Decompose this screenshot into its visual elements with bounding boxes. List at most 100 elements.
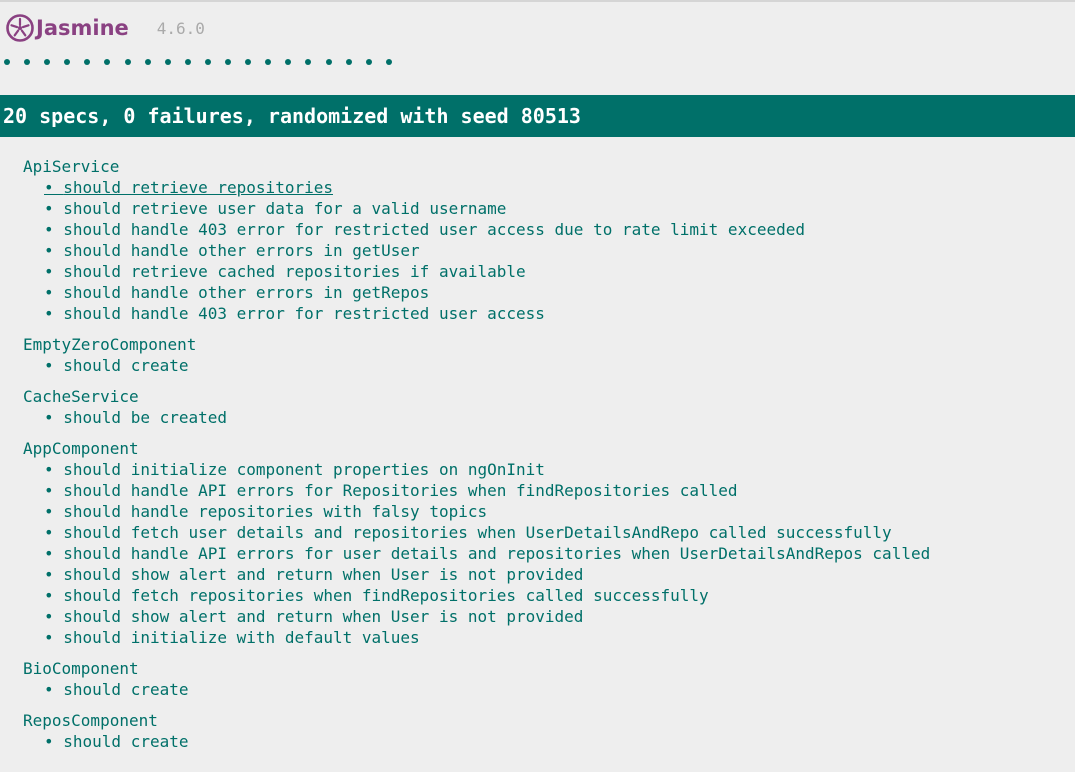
spec-description: should create bbox=[63, 680, 189, 699]
spec-description: should retrieve cached repositories if a… bbox=[63, 262, 526, 281]
bullet-icon: • bbox=[44, 607, 64, 626]
bullet-icon: • bbox=[44, 283, 64, 302]
suite-name-link[interactable]: CacheService bbox=[23, 386, 930, 407]
spec-link[interactable]: • should handle other errors in getRepos bbox=[44, 283, 429, 302]
bullet-icon: • bbox=[44, 523, 64, 542]
bullet-icon: • bbox=[44, 262, 64, 281]
spec-item: • should handle API errors for user deta… bbox=[23, 543, 930, 564]
spec-description: should handle other errors in getUser bbox=[63, 241, 420, 260]
run-summary-text: 20 specs, 0 failures, randomized with se… bbox=[3, 104, 581, 128]
spec-item: • should handle other errors in getUser bbox=[23, 240, 930, 261]
spec-passed-dot[interactable] bbox=[124, 59, 131, 65]
bullet-icon: • bbox=[44, 199, 64, 218]
spec-item: • should create bbox=[23, 679, 930, 700]
spec-link[interactable]: • should retrieve repositories bbox=[44, 178, 333, 197]
bullet-icon: • bbox=[44, 502, 64, 521]
spec-item: • should initialize with default values bbox=[23, 627, 930, 648]
spec-passed-dot[interactable] bbox=[325, 59, 332, 65]
spec-description: should fetch repositories when findRepos… bbox=[63, 586, 709, 605]
spec-passed-dot[interactable] bbox=[44, 59, 51, 65]
suite-name-link[interactable]: BioComponent bbox=[23, 658, 930, 679]
spec-link[interactable]: • should be created bbox=[44, 408, 227, 427]
spec-passed-dot[interactable] bbox=[365, 59, 372, 65]
suite-name-link[interactable]: ApiService bbox=[23, 156, 930, 177]
spec-description: should retrieve user data for a valid us… bbox=[63, 199, 507, 218]
spec-link[interactable]: • should handle API errors for Repositor… bbox=[44, 481, 738, 500]
spec-passed-dot[interactable] bbox=[204, 59, 211, 65]
spec-passed-dot[interactable] bbox=[345, 59, 352, 65]
bullet-icon: • bbox=[44, 544, 64, 563]
spec-description: should handle 403 error for restricted u… bbox=[63, 304, 545, 323]
suite-name-link[interactable]: EmptyZeroComponent bbox=[23, 334, 930, 355]
spec-passed-dot[interactable] bbox=[305, 59, 312, 65]
spec-link[interactable]: • should handle other errors in getUser bbox=[44, 241, 420, 260]
spec-passed-dot[interactable] bbox=[385, 59, 392, 65]
bullet-icon: • bbox=[44, 408, 64, 427]
suite-name-link[interactable]: ReposComponent bbox=[23, 710, 930, 731]
spec-item: • should handle repositories with falsy … bbox=[23, 501, 930, 522]
suite: EmptyZeroComponent • should create bbox=[23, 334, 930, 376]
bullet-icon: • bbox=[44, 304, 64, 323]
spec-link[interactable]: • should handle repositories with falsy … bbox=[44, 502, 487, 521]
bullet-icon: • bbox=[44, 356, 64, 375]
spec-item: • should create bbox=[23, 355, 930, 376]
spec-passed-dot[interactable] bbox=[225, 59, 232, 65]
spec-description: should initialize with default values bbox=[63, 628, 420, 647]
top-border bbox=[0, 0, 1075, 2]
suite: ReposComponent • should create bbox=[23, 710, 930, 752]
spec-passed-dot[interactable] bbox=[164, 59, 171, 65]
suite: BioComponent • should create bbox=[23, 658, 930, 700]
spec-description: should retrieve repositories bbox=[63, 178, 333, 197]
results-list: ApiService • should retrieve repositories… bbox=[23, 156, 930, 762]
bullet-icon: • bbox=[44, 680, 64, 699]
spec-item: • should handle 403 error for restricted… bbox=[23, 219, 930, 240]
bullet-icon: • bbox=[44, 481, 64, 500]
spec-description: should show alert and return when User i… bbox=[63, 607, 584, 626]
spec-passed-dot[interactable] bbox=[265, 59, 272, 65]
spec-link[interactable]: • should fetch user details and reposito… bbox=[44, 523, 892, 542]
spec-description: should fetch user details and repositori… bbox=[63, 523, 892, 542]
spec-link[interactable]: • should handle API errors for user deta… bbox=[44, 544, 930, 563]
spec-link[interactable]: • should create bbox=[44, 680, 189, 699]
spec-passed-dot[interactable] bbox=[4, 59, 10, 65]
bullet-icon: • bbox=[44, 732, 64, 751]
jasmine-logo[interactable]: Jasmine bbox=[6, 14, 129, 42]
suite-name-link[interactable]: AppComponent bbox=[23, 438, 930, 459]
suite: AppComponent • should initialize componen… bbox=[23, 438, 930, 648]
spec-passed-dot[interactable] bbox=[104, 59, 111, 65]
spec-link[interactable]: • should retrieve cached repositories if… bbox=[44, 262, 526, 281]
bullet-icon: • bbox=[44, 628, 64, 647]
spec-link[interactable]: • should create bbox=[44, 356, 189, 375]
spec-passed-dot[interactable] bbox=[144, 59, 151, 65]
spec-passed-dot[interactable] bbox=[285, 59, 292, 65]
spec-item: • should show alert and return when User… bbox=[23, 564, 930, 585]
spec-passed-dot[interactable] bbox=[64, 59, 71, 65]
spec-description: should be created bbox=[63, 408, 228, 427]
banner: Jasmine 4.6.0 bbox=[6, 12, 205, 44]
bullet-icon: • bbox=[44, 565, 64, 584]
spec-passed-dot[interactable] bbox=[184, 59, 191, 65]
spec-passed-dot[interactable] bbox=[84, 59, 91, 65]
spec-link[interactable]: • should show alert and return when User… bbox=[44, 565, 583, 584]
spec-passed-dot[interactable] bbox=[245, 59, 252, 65]
version-label: 4.6.0 bbox=[156, 18, 205, 38]
spec-link[interactable]: • should show alert and return when User… bbox=[44, 607, 583, 626]
spec-passed-dot[interactable] bbox=[24, 59, 31, 65]
spec-link[interactable]: • should handle 403 error for restricted… bbox=[44, 220, 805, 239]
spec-description: should handle other errors in getRepos bbox=[63, 283, 430, 302]
spec-link[interactable]: • should fetch repositories when findRep… bbox=[44, 586, 709, 605]
spec-item: • should handle API errors for Repositor… bbox=[23, 480, 930, 501]
spec-link[interactable]: • should create bbox=[44, 732, 189, 751]
spec-item: • should handle 403 error for restricted… bbox=[23, 303, 930, 324]
brand-name: Jasmine bbox=[36, 16, 129, 40]
bullet-icon: • bbox=[44, 220, 64, 239]
spec-link[interactable]: • should initialize with default values bbox=[44, 628, 420, 647]
spec-link[interactable]: • should initialize component properties… bbox=[44, 460, 545, 479]
jasmine-flower-icon bbox=[6, 14, 34, 42]
spec-progress-dots bbox=[4, 52, 406, 72]
spec-link[interactable]: • should retrieve user data for a valid … bbox=[44, 199, 506, 218]
spec-link[interactable]: • should handle 403 error for restricted… bbox=[44, 304, 545, 323]
spec-item: • should show alert and return when User… bbox=[23, 606, 930, 627]
spec-item: • should retrieve repositories bbox=[23, 177, 930, 198]
spec-description: should create bbox=[63, 356, 189, 375]
